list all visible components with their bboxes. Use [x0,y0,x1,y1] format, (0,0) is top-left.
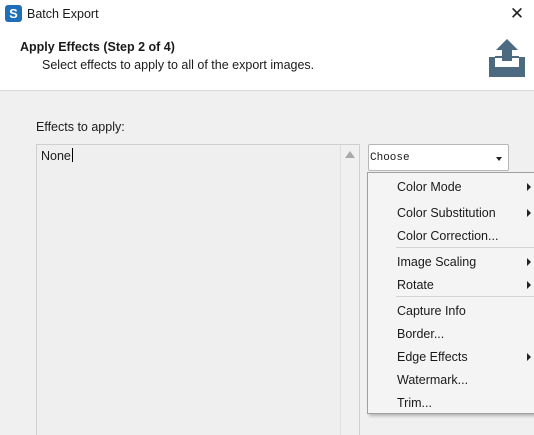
step-description: Select effects to apply to all of the ex… [42,58,315,72]
submenu-arrow-icon [527,281,531,289]
title-bar: S Batch Export ✕ [0,0,534,30]
chevron-down-icon [496,157,502,161]
text-cursor [71,148,73,162]
effects-list-scrollbar[interactable] [340,145,359,435]
effects-list-item[interactable]: None [41,148,73,163]
close-button[interactable]: ✕ [502,1,532,27]
menu-item-color-mode[interactable]: Color Mode [368,176,534,199]
menu-item-image-scaling[interactable]: Image Scaling [368,251,534,274]
submenu-arrow-icon [527,183,531,191]
export-tray-upload-icon [489,39,525,77]
choose-effect-dropdown[interactable]: Choose [368,144,509,171]
menu-separator [396,296,534,297]
menu-item-color-substitution[interactable]: Color Substitution [368,202,534,225]
menu-item-label: Border... [397,327,445,341]
menu-item-label: Capture Info [397,304,466,318]
submenu-arrow-icon [527,258,531,266]
menu-item-label: Image Scaling [397,255,477,269]
menu-item-capture-info[interactable]: Capture Info [368,300,534,323]
effects-list[interactable]: None [36,144,360,435]
choose-dropdown-label: Choose [370,152,410,164]
effects-list-value: None [41,149,71,163]
menu-item-trim[interactable]: Trim... [368,392,534,415]
menu-item-label: Watermark... [397,373,469,387]
menu-item-label: Color Substitution [397,206,496,220]
menu-item-color-correction[interactable]: Color Correction... [368,225,534,248]
step-title: Apply Effects (Step 2 of 4) [20,40,175,54]
menu-item-rotate[interactable]: Rotate [368,274,534,297]
menu-separator [396,247,534,248]
submenu-arrow-icon [527,209,531,217]
app-icon: S [5,5,22,22]
wizard-header: Apply Effects (Step 2 of 4) Select effec… [0,29,534,91]
scroll-up-arrow-icon[interactable] [345,151,355,158]
menu-item-label: Color Correction... [397,229,499,243]
menu-item-label: Color Mode [397,180,462,194]
menu-item-label: Trim... [397,396,432,410]
submenu-arrow-icon [527,353,531,361]
menu-item-watermark[interactable]: Watermark... [368,369,534,392]
menu-item-edge-effects[interactable]: Edge Effects [368,346,534,369]
effects-dropdown-menu: Color Mode Color Substitution Color Corr… [367,172,534,414]
menu-item-border[interactable]: Border... [368,323,534,346]
menu-item-label: Edge Effects [397,350,468,364]
effects-to-apply-label: Effects to apply: [36,120,125,134]
window-title: Batch Export [27,7,99,21]
menu-item-label: Rotate [397,278,434,292]
